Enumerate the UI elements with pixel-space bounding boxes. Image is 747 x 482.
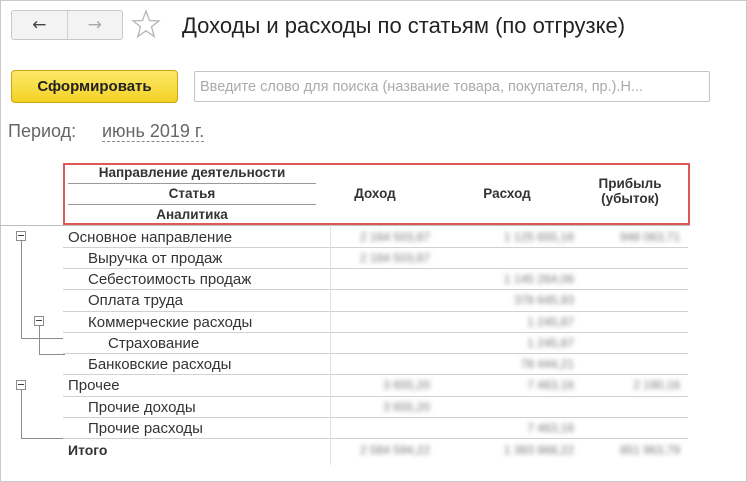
row-label[interactable]: Банковские расходы [88,356,231,373]
cell-income: 2 164 503,87 [359,251,430,265]
back-button[interactable]: ← [12,11,68,39]
search-input[interactable]: Введите слово для поиска (название товар… [194,71,710,102]
row-divider [63,247,688,248]
row-label[interactable]: Прочие доходы [88,399,196,416]
row-divider [63,311,688,312]
cell-income: 3 655,20 [383,378,430,392]
forward-button[interactable]: → [68,11,123,39]
column-divider [330,225,331,465]
tree-line [39,354,65,355]
row-label[interactable]: Выручка от продаж [88,250,222,267]
header-income: Доход [354,186,396,201]
header-divider [68,204,316,205]
row-label[interactable]: Оплата труда [88,292,183,309]
cell-expense: 1 125 655,16 [503,230,574,244]
row-label[interactable]: Прочие расходы [88,420,203,437]
arrow-left-icon: ← [32,15,47,35]
row-divider [0,225,690,226]
row-divider [63,289,688,290]
cell-expense: 1 245,87 [527,336,574,350]
cell-income: 3 655,20 [383,400,430,414]
page-title: Доходы и расходы по статьям (по отгрузке… [182,13,626,38]
header-expense: Расход [483,186,531,201]
cell-expense: 1 383 868,22 [503,443,574,457]
collapse-toggle-other[interactable] [16,380,26,390]
cell-income: 2 164 503,87 [359,230,430,244]
generate-button[interactable]: Сформировать [11,70,178,103]
header-profit-line2: (убыток) [601,191,659,206]
cell-income: 2 584 594,22 [359,443,430,457]
header-profit-line1: Прибыль [598,176,662,191]
tree-line [21,338,63,339]
cell-expense: 378 645,93 [513,293,574,307]
row-label[interactable]: Страхование [108,335,199,352]
row-divider [63,396,688,397]
tree-line [21,438,63,439]
row-label[interactable]: Прочее [68,377,120,394]
header-article: Статья [168,186,216,201]
cell-expense: 7 463,16 [527,378,574,392]
row-divider [63,268,688,269]
collapse-toggle-main[interactable] [16,231,26,241]
header-profit: Прибыль (убыток) [585,176,675,206]
row-label[interactable]: Основное направление [68,229,232,246]
cell-profit: 851 963,79 [619,443,680,457]
cell-expense: 1 145 264,06 [503,272,574,286]
tree-line [21,390,22,438]
row-divider [63,332,688,333]
period-label: Период: [8,121,77,141]
cell-expense: 78 444,21 [520,357,574,371]
cell-expense: 1 245,87 [527,315,574,329]
header-divider [68,183,316,184]
period-value-link[interactable]: июнь 2019 г. [102,121,205,142]
row-divider [63,417,688,418]
cell-profit: 948 063,71 [619,230,680,244]
row-label[interactable]: Себестоимость продаж [88,271,251,288]
row-divider [63,374,688,375]
header-direction: Направление деятельности [98,165,286,180]
cell-expense: 7 463,16 [527,421,574,435]
header-analytics: Аналитика [156,207,228,222]
row-label[interactable]: Коммерческие расходы [88,314,252,331]
total-row-label: Итого [68,442,108,458]
collapse-toggle-commercial[interactable] [34,316,44,326]
tree-line [21,241,22,338]
navigation-buttons: ← → [11,10,123,40]
row-divider [63,353,688,354]
star-icon[interactable] [131,8,161,40]
arrow-right-icon: → [87,15,102,35]
cell-profit: 2 190,16 [633,378,680,392]
row-divider [63,438,688,439]
tree-line [39,326,40,354]
